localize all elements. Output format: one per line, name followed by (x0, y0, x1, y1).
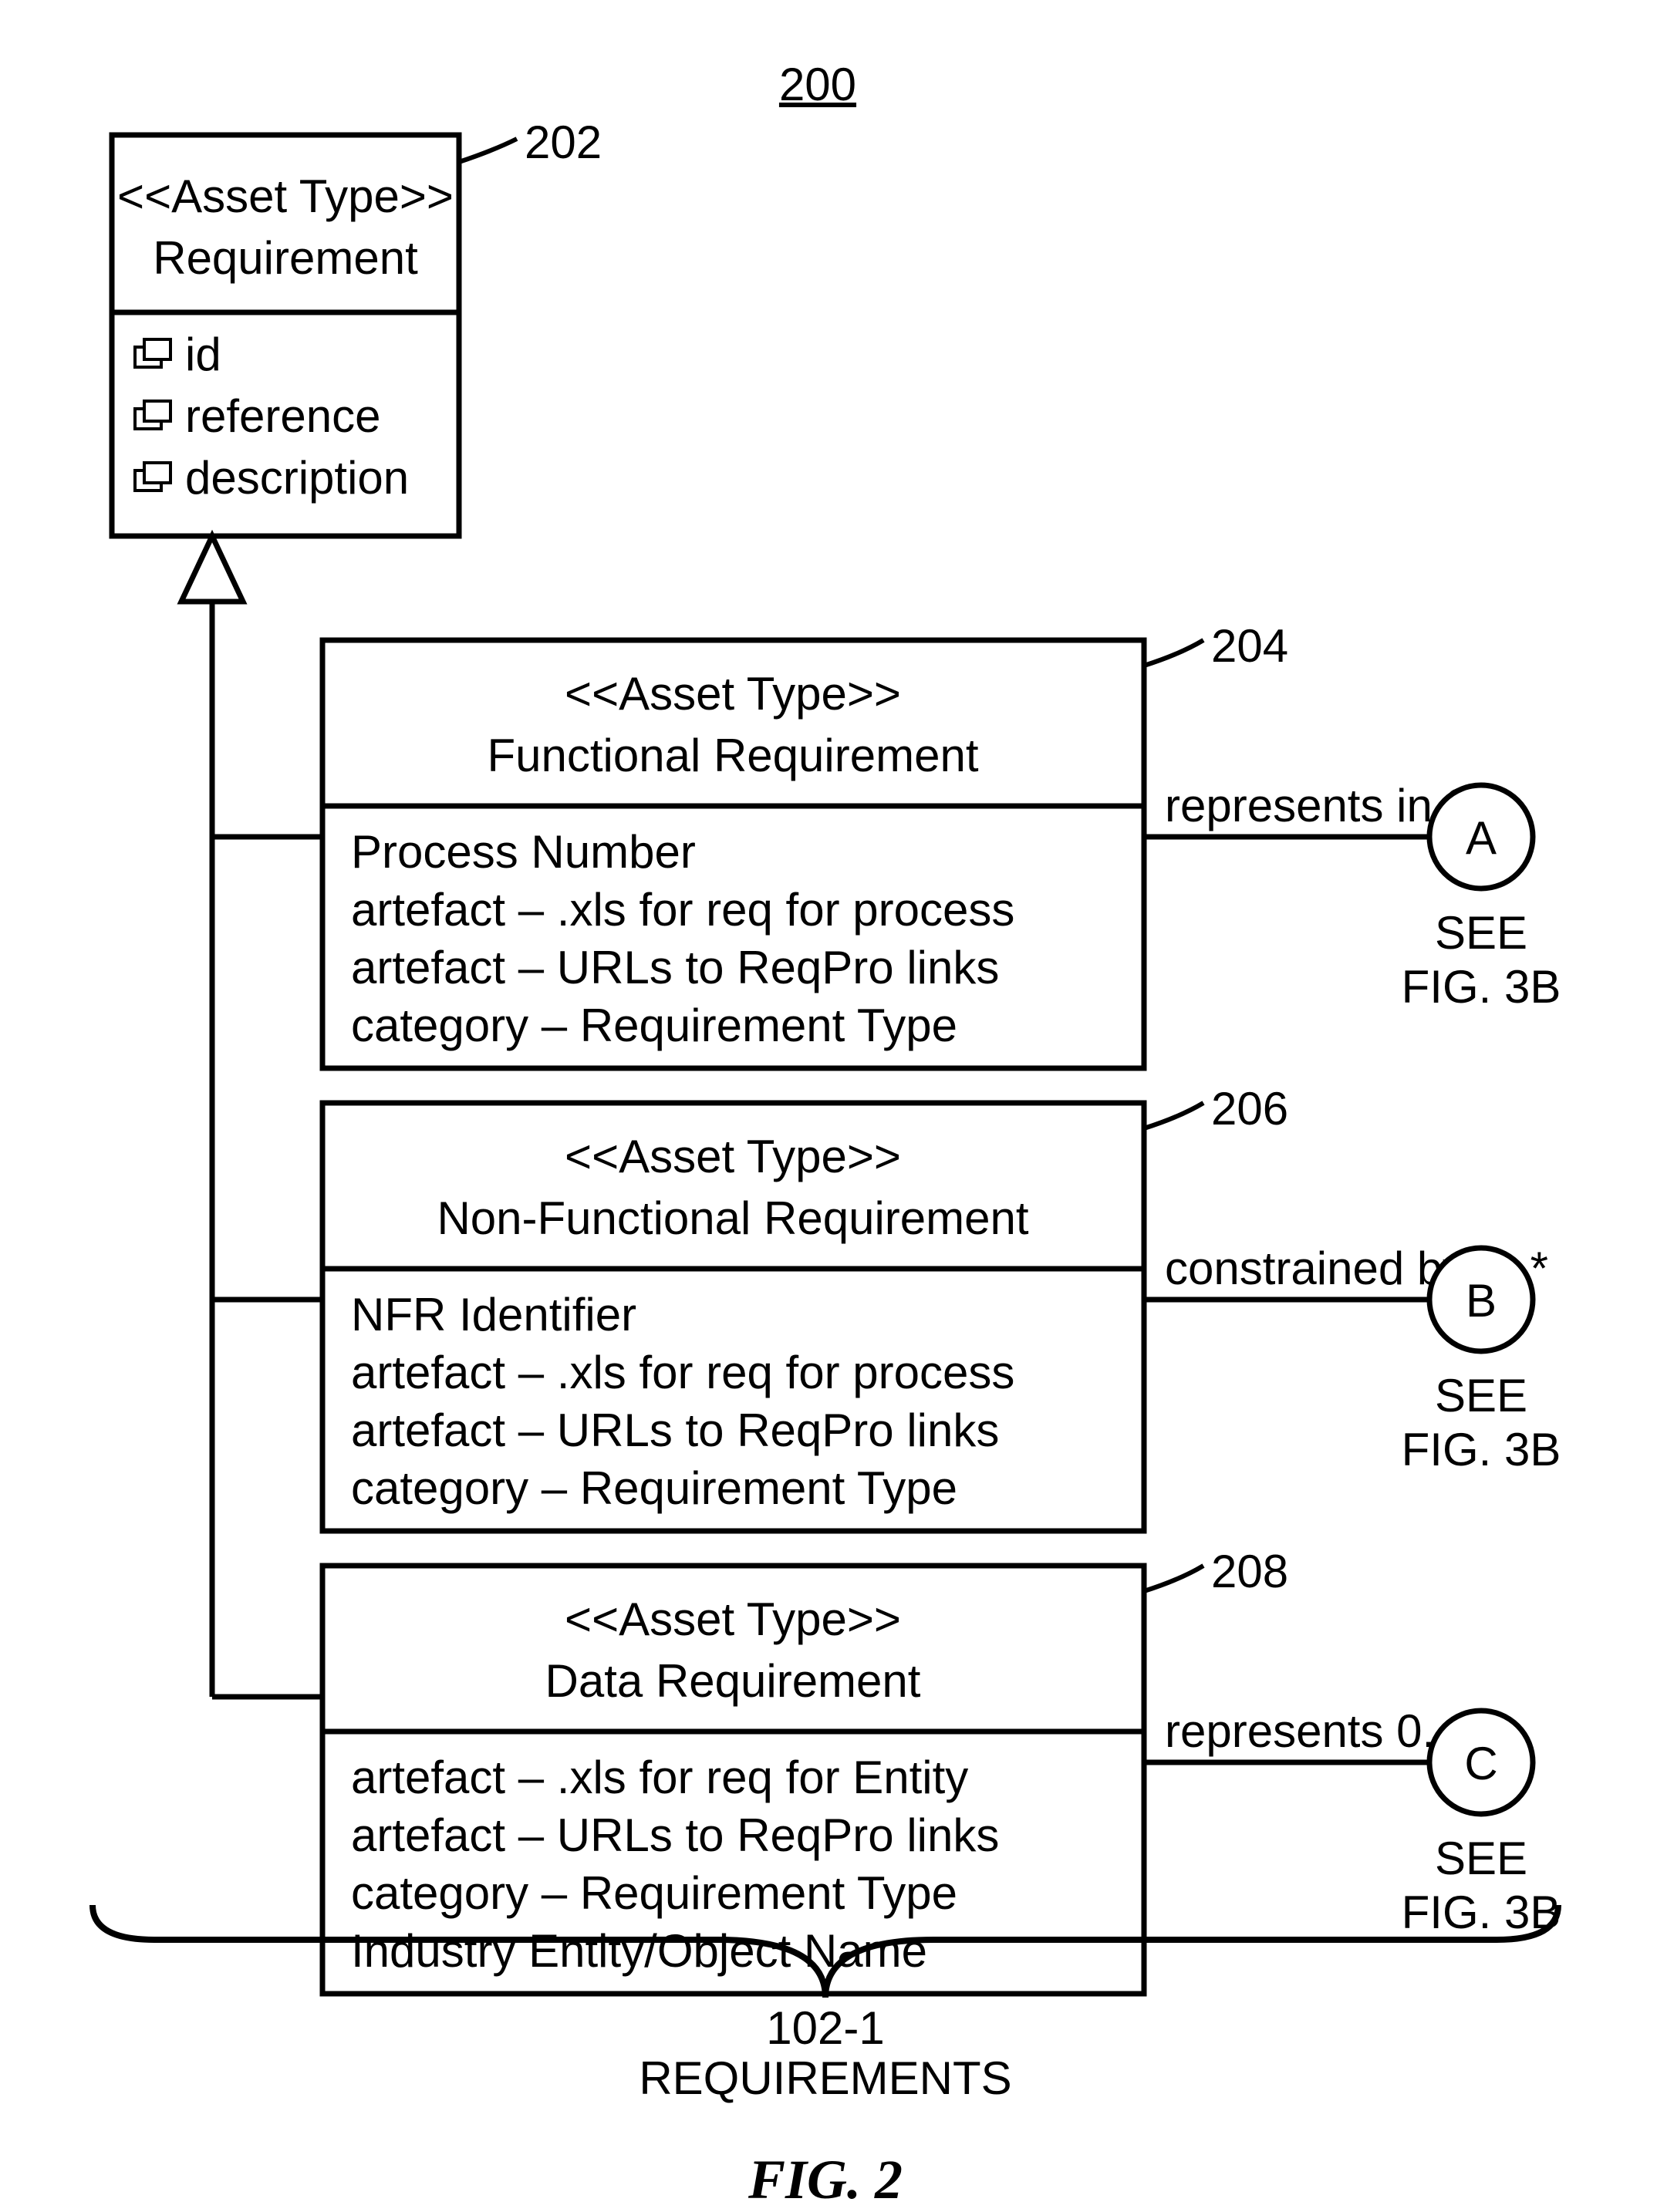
c2-see: SEE (1435, 1833, 1527, 1884)
c1-a0: NFR Identifier (351, 1289, 636, 1340)
attr-reference-text: reference (185, 390, 380, 442)
parent-name: Requirement (153, 232, 418, 284)
brace-label-bottom: REQUIREMENTS (639, 2052, 1011, 2104)
class-data-requirement: <<Asset Type>> Data Requirement artefact… (322, 1566, 1144, 1994)
c0-name: Functional Requirement (487, 730, 978, 781)
c2-a2: category – Requirement Type (351, 1867, 957, 1919)
c2-a3: Industry Entity/Object Name (351, 1925, 927, 1977)
c1-conn-letter: B (1466, 1275, 1497, 1327)
c1-a2: artefact – URLs to ReqPro links (351, 1404, 999, 1456)
c0-a1: artefact – .xls for req for process (351, 884, 1014, 936)
c0-a3: category – Requirement Type (351, 1000, 957, 1051)
c1-name: Non-Functional Requirement (437, 1192, 1028, 1244)
figure-title: FIG. 2 (748, 2149, 903, 2210)
attr-id-text: id (185, 329, 221, 380)
parent-refnum: 202 (525, 116, 602, 168)
c2-conn-letter: C (1464, 1738, 1497, 1789)
attr-description-text: description (185, 452, 409, 504)
c2-refnum: 208 (1211, 1546, 1288, 1597)
c2-a1: artefact – URLs to ReqPro links (351, 1809, 999, 1861)
c2-stereotype: <<Asset Type>> (565, 1593, 901, 1645)
fig-number-top: 200 (779, 59, 856, 110)
c1-see: SEE (1435, 1370, 1527, 1421)
parent-stereotype: <<Asset Type>> (117, 170, 454, 222)
c1-a1: artefact – .xls for req for process (351, 1347, 1014, 1398)
class-functional-requirement: <<Asset Type>> Functional Requirement Pr… (322, 640, 1144, 1068)
c0-conn-letter: A (1466, 812, 1497, 864)
c2-assoc: represents 0..* (1165, 1705, 1466, 1757)
c0-a2: artefact – URLs to ReqPro links (351, 942, 999, 993)
c0-a0: Process Number (351, 826, 696, 878)
brace-label-top: 102-1 (766, 2002, 884, 2054)
c0-see: SEE (1435, 907, 1527, 959)
c2-fig: FIG. 3B (1402, 1887, 1561, 1938)
c0-stereotype: <<Asset Type>> (565, 668, 901, 720)
c0-refnum: 204 (1211, 620, 1288, 672)
c1-a3: category – Requirement Type (351, 1462, 957, 1514)
c1-stereotype: <<Asset Type>> (565, 1131, 901, 1182)
class-nonfunctional-requirement: <<Asset Type>> Non-Functional Requiremen… (322, 1103, 1144, 1531)
c1-fig: FIG. 3B (1402, 1424, 1561, 1475)
c2-a0: artefact – .xls for req for Entity (351, 1752, 968, 1803)
c1-refnum: 206 (1211, 1083, 1288, 1135)
c2-name: Data Requirement (545, 1655, 921, 1707)
c0-fig: FIG. 3B (1402, 961, 1561, 1013)
